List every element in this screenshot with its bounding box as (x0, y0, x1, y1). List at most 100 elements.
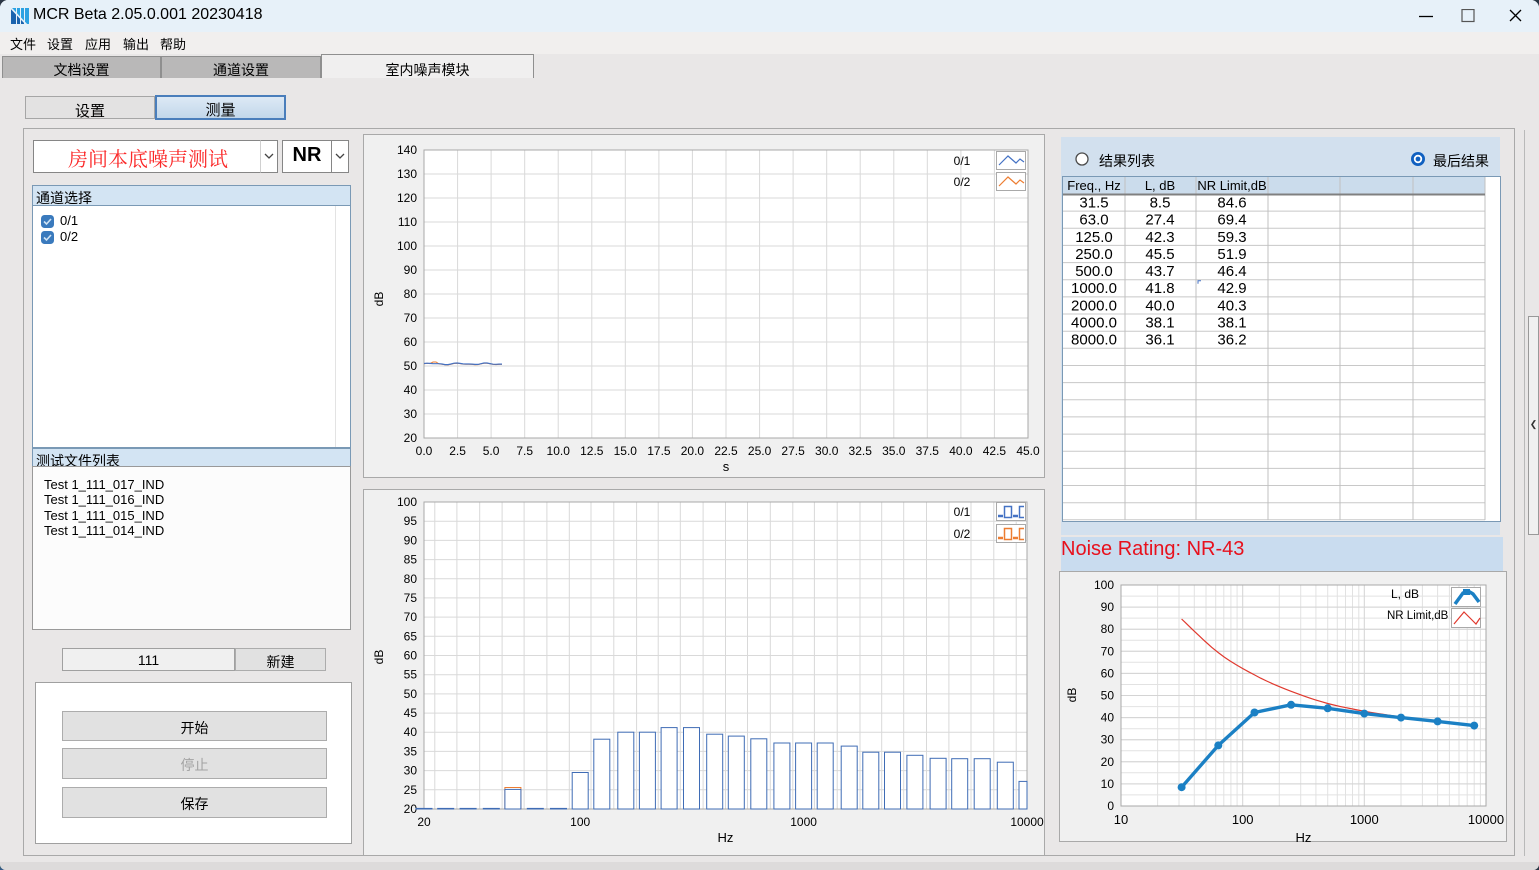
svg-text:50: 50 (404, 687, 418, 701)
svg-text:30.0: 30.0 (815, 444, 839, 458)
svg-text:0/2: 0/2 (954, 175, 971, 189)
svg-text:46.4: 46.4 (1217, 263, 1246, 280)
svg-text:140: 140 (397, 143, 417, 157)
svg-text:95: 95 (404, 514, 418, 528)
svg-text:1000: 1000 (790, 815, 817, 829)
svg-text:Hz: Hz (718, 830, 734, 845)
svg-text:8000.0: 8000.0 (1071, 332, 1117, 349)
svg-text:40: 40 (1101, 711, 1115, 725)
svg-text:27.4: 27.4 (1145, 212, 1174, 229)
svg-text:50: 50 (1101, 689, 1115, 703)
svg-text:12.5: 12.5 (580, 444, 604, 458)
svg-text:0/1: 0/1 (954, 154, 971, 168)
svg-text:45: 45 (404, 706, 418, 720)
svg-text:110: 110 (398, 215, 417, 229)
svg-text:20: 20 (417, 815, 431, 829)
svg-text:70: 70 (404, 311, 418, 325)
svg-text:25.0: 25.0 (748, 444, 772, 458)
svg-text:50: 50 (404, 359, 418, 373)
svg-text:60: 60 (404, 649, 418, 663)
svg-text:100: 100 (570, 815, 590, 829)
svg-text:42.5: 42.5 (983, 444, 1007, 458)
svg-text:Freq., Hz: Freq., Hz (1067, 178, 1120, 193)
svg-text:80: 80 (404, 572, 418, 586)
svg-text:70: 70 (404, 610, 418, 624)
svg-text:84.6: 84.6 (1217, 195, 1246, 212)
svg-text:90: 90 (1101, 600, 1115, 614)
svg-text:120: 120 (397, 191, 417, 205)
svg-text:40: 40 (404, 383, 418, 397)
svg-text:30: 30 (404, 407, 418, 421)
svg-text:1000.0: 1000.0 (1071, 280, 1117, 297)
svg-text:75: 75 (404, 591, 418, 605)
svg-text:10000: 10000 (1468, 812, 1504, 827)
svg-text:125.0: 125.0 (1075, 229, 1113, 246)
svg-text:0: 0 (1107, 799, 1114, 813)
svg-text:17.5: 17.5 (647, 444, 671, 458)
svg-text:51.9: 51.9 (1217, 246, 1246, 263)
svg-text:27.5: 27.5 (781, 444, 805, 458)
svg-text:25: 25 (404, 783, 418, 797)
svg-text:42.9: 42.9 (1217, 280, 1246, 297)
svg-text:36.1: 36.1 (1145, 332, 1174, 349)
svg-text:80: 80 (1101, 622, 1115, 636)
svg-text:100: 100 (397, 495, 417, 509)
svg-text:38.1: 38.1 (1217, 315, 1246, 332)
svg-text:90: 90 (404, 263, 418, 277)
svg-text:Hz: Hz (1296, 830, 1312, 842)
svg-text:dB: dB (1065, 688, 1079, 703)
svg-text:59.3: 59.3 (1217, 229, 1246, 246)
svg-text:36.2: 36.2 (1217, 332, 1246, 349)
svg-text:38.1: 38.1 (1145, 315, 1174, 332)
svg-text:0/1: 0/1 (954, 505, 971, 519)
svg-text:40.3: 40.3 (1217, 297, 1246, 314)
svg-text:42.3: 42.3 (1145, 229, 1174, 246)
svg-text:30: 30 (404, 764, 418, 778)
svg-text:L, dB: L, dB (1145, 178, 1175, 193)
svg-text:63.0: 63.0 (1079, 212, 1108, 229)
svg-text:40.0: 40.0 (949, 444, 973, 458)
svg-text:22.5: 22.5 (714, 444, 738, 458)
svg-text:5.0: 5.0 (483, 444, 500, 458)
svg-text:20: 20 (404, 802, 418, 816)
svg-text:32.5: 32.5 (849, 444, 873, 458)
svg-text:90: 90 (404, 533, 418, 547)
svg-text:s: s (723, 459, 730, 474)
svg-text:35: 35 (404, 744, 418, 758)
svg-text:85: 85 (404, 553, 418, 567)
svg-text:55: 55 (404, 668, 418, 682)
svg-text:2000.0: 2000.0 (1071, 297, 1117, 314)
svg-text:10: 10 (1114, 812, 1128, 827)
svg-text:60: 60 (1101, 666, 1115, 680)
svg-text:41.8: 41.8 (1145, 280, 1174, 297)
svg-text:2.5: 2.5 (449, 444, 466, 458)
svg-text:0.0: 0.0 (416, 444, 433, 458)
svg-text:31.5: 31.5 (1079, 195, 1108, 212)
svg-text:7.5: 7.5 (516, 444, 533, 458)
svg-text:40.0: 40.0 (1145, 297, 1174, 314)
svg-text:NR Limit,dB: NR Limit,dB (1387, 610, 1449, 622)
svg-text:10: 10 (1101, 777, 1115, 791)
svg-text:100: 100 (397, 239, 417, 253)
svg-text:45.0: 45.0 (1016, 444, 1040, 458)
svg-text:60: 60 (404, 335, 418, 349)
svg-text:10000: 10000 (1010, 815, 1044, 829)
svg-text:15.0: 15.0 (614, 444, 638, 458)
svg-text:20: 20 (1101, 755, 1115, 769)
svg-text:dB: dB (372, 650, 386, 665)
svg-text:69.4: 69.4 (1217, 212, 1246, 229)
svg-text:35.0: 35.0 (882, 444, 906, 458)
svg-text:dB: dB (372, 292, 386, 307)
svg-text:0/2: 0/2 (954, 527, 971, 541)
svg-text:40: 40 (404, 725, 418, 739)
svg-text:8.5: 8.5 (1150, 195, 1171, 212)
svg-text:NR Limit,dB: NR Limit,dB (1197, 178, 1266, 193)
svg-text:70: 70 (1101, 644, 1115, 658)
svg-text:1000: 1000 (1350, 812, 1379, 827)
svg-text:20: 20 (404, 431, 418, 445)
svg-text:65: 65 (404, 629, 418, 643)
svg-text:10.0: 10.0 (547, 444, 571, 458)
svg-text:30: 30 (1101, 733, 1115, 747)
svg-text:130: 130 (397, 167, 417, 181)
svg-text:80: 80 (404, 287, 418, 301)
